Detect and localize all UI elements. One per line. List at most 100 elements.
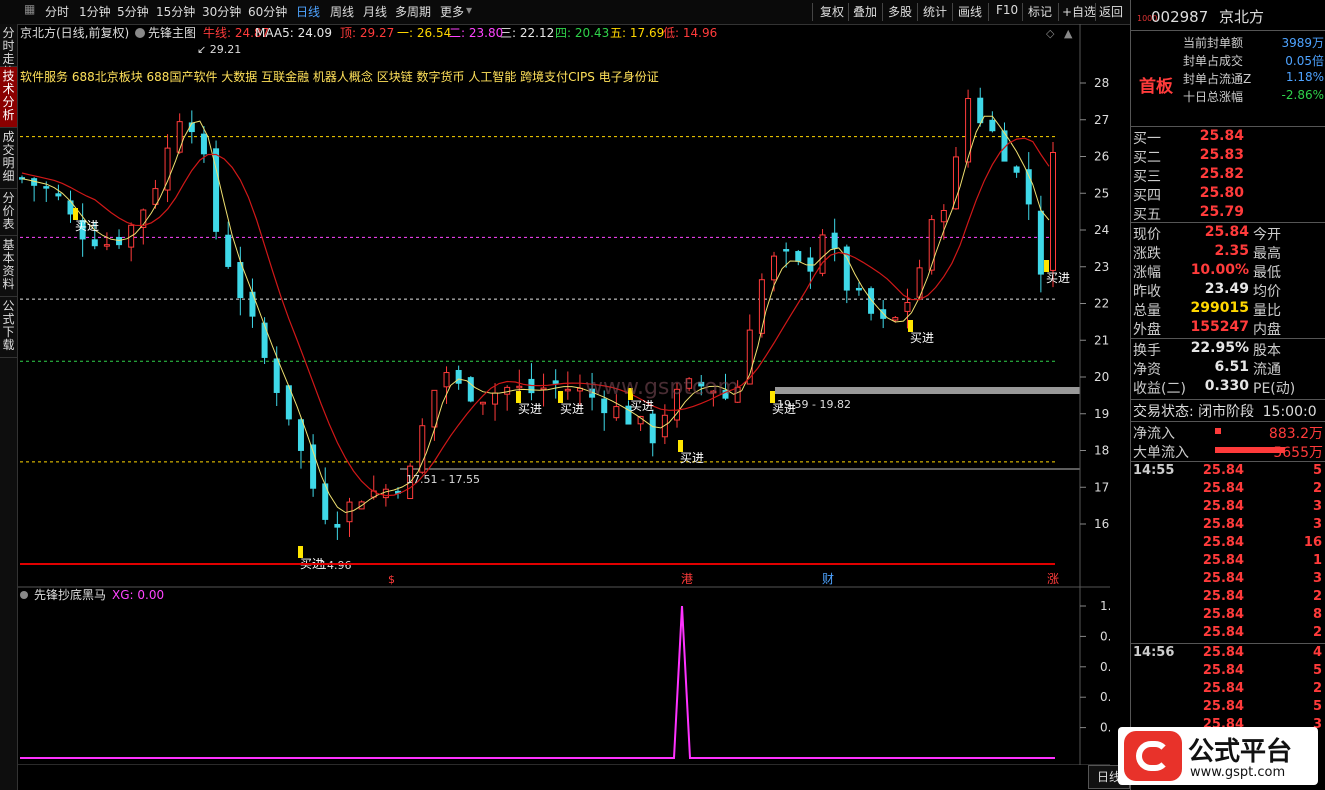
bid-row: 买四 25.80 [1133,185,1244,204]
y-tick-label: 21.00 [1094,333,1110,347]
y-tick-label: 19.00 [1094,407,1110,421]
candle-body [892,317,899,321]
candle-body [334,523,341,528]
stock-code: 002987 [1151,8,1209,26]
sub-chart-title[interactable]: 先锋抄底黑马 [34,587,106,602]
candle-body [443,372,450,388]
candle-body [552,380,559,384]
candle-body [297,419,304,451]
y-tick-label: 25.00 [1094,186,1110,200]
bid-row: 买三 25.82 [1133,166,1244,185]
event-marker-hk[interactable]: 港 [681,572,693,586]
bid-row: 买五 25.79 [1133,204,1244,223]
candle-body [819,234,826,274]
candle-body [504,386,511,395]
sub-y-tick: 1.00 [1100,599,1110,613]
logo-url: www.gspt.com [1190,765,1286,780]
sub-y-tick: 0.2 [1100,721,1110,735]
stat-row: 收益(二) 0.330 PE(动) [1133,378,1296,397]
quote-row: 现价 25.84 今开 [1133,224,1281,243]
stat-row: 换手 22.95% 股本 [1133,340,1281,359]
chart-title: 京北方(日线,前复权) [20,25,129,40]
formula-settings-icon[interactable] [135,28,145,38]
range-label-1: 17.51 - 17.55 [406,473,480,486]
quote-row: 涨幅 10.00% 最低 [1133,262,1281,281]
candle-body [1050,151,1056,271]
kline-chart-area[interactable]: 京北方(日线,前复权) 先锋主图 牛线: 24.87 MAA5: 24.09 顶: … [18,24,1130,789]
seal-row: 十日总涨幅 -2.86% [1183,88,1324,104]
candle-body [855,287,862,291]
diamond-icon[interactable]: ◇ [1046,27,1055,40]
candle-body [492,392,499,405]
expand-up-icon[interactable]: ▲ [1064,27,1073,40]
gspt-logo: 公式平台 www.gspt.com [1118,727,1318,785]
candle-body [200,133,207,155]
tick-row: 25.84 3 [1202,499,1322,514]
tick-row: 14:56 25.84 4 [1133,645,1322,660]
tick-row: 25.84 16 [1202,535,1322,550]
indicator-4: 二: 23.80 [449,26,503,40]
candle-body [649,413,656,444]
formula-name[interactable]: 先锋主图 [148,26,196,40]
candle-body [479,401,486,405]
range-label-2: 19.59 - 19.82 [777,398,851,411]
resistance-band [775,387,1080,394]
sub-formula-icon[interactable] [20,591,28,599]
indicator-1: MAA5: 24.09 [255,26,332,40]
sub-chart-series-label: XG: 0.00 [112,588,164,602]
y-tick-label: 24.00 [1094,223,1110,237]
tick-row: 25.84 2 [1202,625,1322,640]
kline-svg[interactable]: 京北方(日线,前复权) 先锋主图 牛线: 24.87MAA5: 24.09 顶: … [0,0,1110,765]
tick-row: 25.84 8 [1202,607,1322,622]
candle-body [237,262,244,299]
tick-row: 25.84 2 [1202,589,1322,604]
trade-status: 交易状态: 闭市阶段 15:00:0 [1133,404,1317,420]
quote-row: 涨跌 2.35 最高 [1133,243,1281,262]
candle-body [831,232,838,249]
tick-row: 25.84 2 [1202,481,1322,496]
tick-row: 25.84 3 [1202,517,1322,532]
candle-body [516,385,523,389]
logo-text: 公式平台 [1188,737,1293,767]
peak-price-label: ↙ 29.21 [197,43,241,56]
price-y-axis: 16.00 17.00 18.00 19.00 20.00 21.00 22.00 23.00… [1080,76,1110,531]
net-inflow-bar [1215,428,1221,434]
stat-row: 净资 6.51 流通 [1133,359,1281,378]
tick-row: 25.84 2 [1202,681,1322,696]
candle-body [771,255,778,281]
candle-body [261,322,268,358]
quote-row: 外盘 155247 内盘 [1133,319,1281,338]
indicator-5: 三: 22.12 [500,26,554,40]
candle-body [977,97,984,124]
tick-row: 25.84 5 [1202,699,1322,714]
candle-body [783,249,790,252]
candlestick-series [19,87,1056,540]
seal-row: 封单占流通Z 1.18% [1183,70,1324,86]
net-inflow-row: 净流入 883.2万 [1133,426,1323,442]
buy-signal-label: 买进 [75,219,99,233]
tick-row: 25.84 3 [1202,571,1322,586]
candle-body [1013,166,1020,173]
indicator-8: 低: 14.96 [663,26,717,40]
y-tick-label: 22.00 [1094,297,1110,311]
bid-row: 买一 25.84 [1133,128,1244,147]
low-price-label: 14.96 [320,559,352,572]
candle-body [249,291,256,317]
candle-body [431,389,438,428]
y-tick-label: 27.00 [1094,113,1110,127]
watermark: www.gsptcom [585,375,739,400]
xg-signal-line [20,605,1055,759]
candle-body [176,121,183,153]
y-tick-label: 16.00 [1094,517,1110,531]
sub-y-tick: 0.4 [1100,690,1110,704]
candle-body [952,156,959,210]
event-marker-limitup[interactable]: 涨 [1047,571,1059,586]
tick-row: 25.84 5 [1202,663,1322,678]
event-marker-dollar[interactable]: $ [388,573,395,586]
big-order-row: 大单流入 5655万 [1133,445,1323,461]
candle-body [613,406,620,419]
moving-average-lines [21,115,1050,514]
indicator-3: 一: 26.54 [397,26,451,40]
event-marker-finance[interactable]: 财 [822,572,834,586]
candle-body [758,279,765,334]
